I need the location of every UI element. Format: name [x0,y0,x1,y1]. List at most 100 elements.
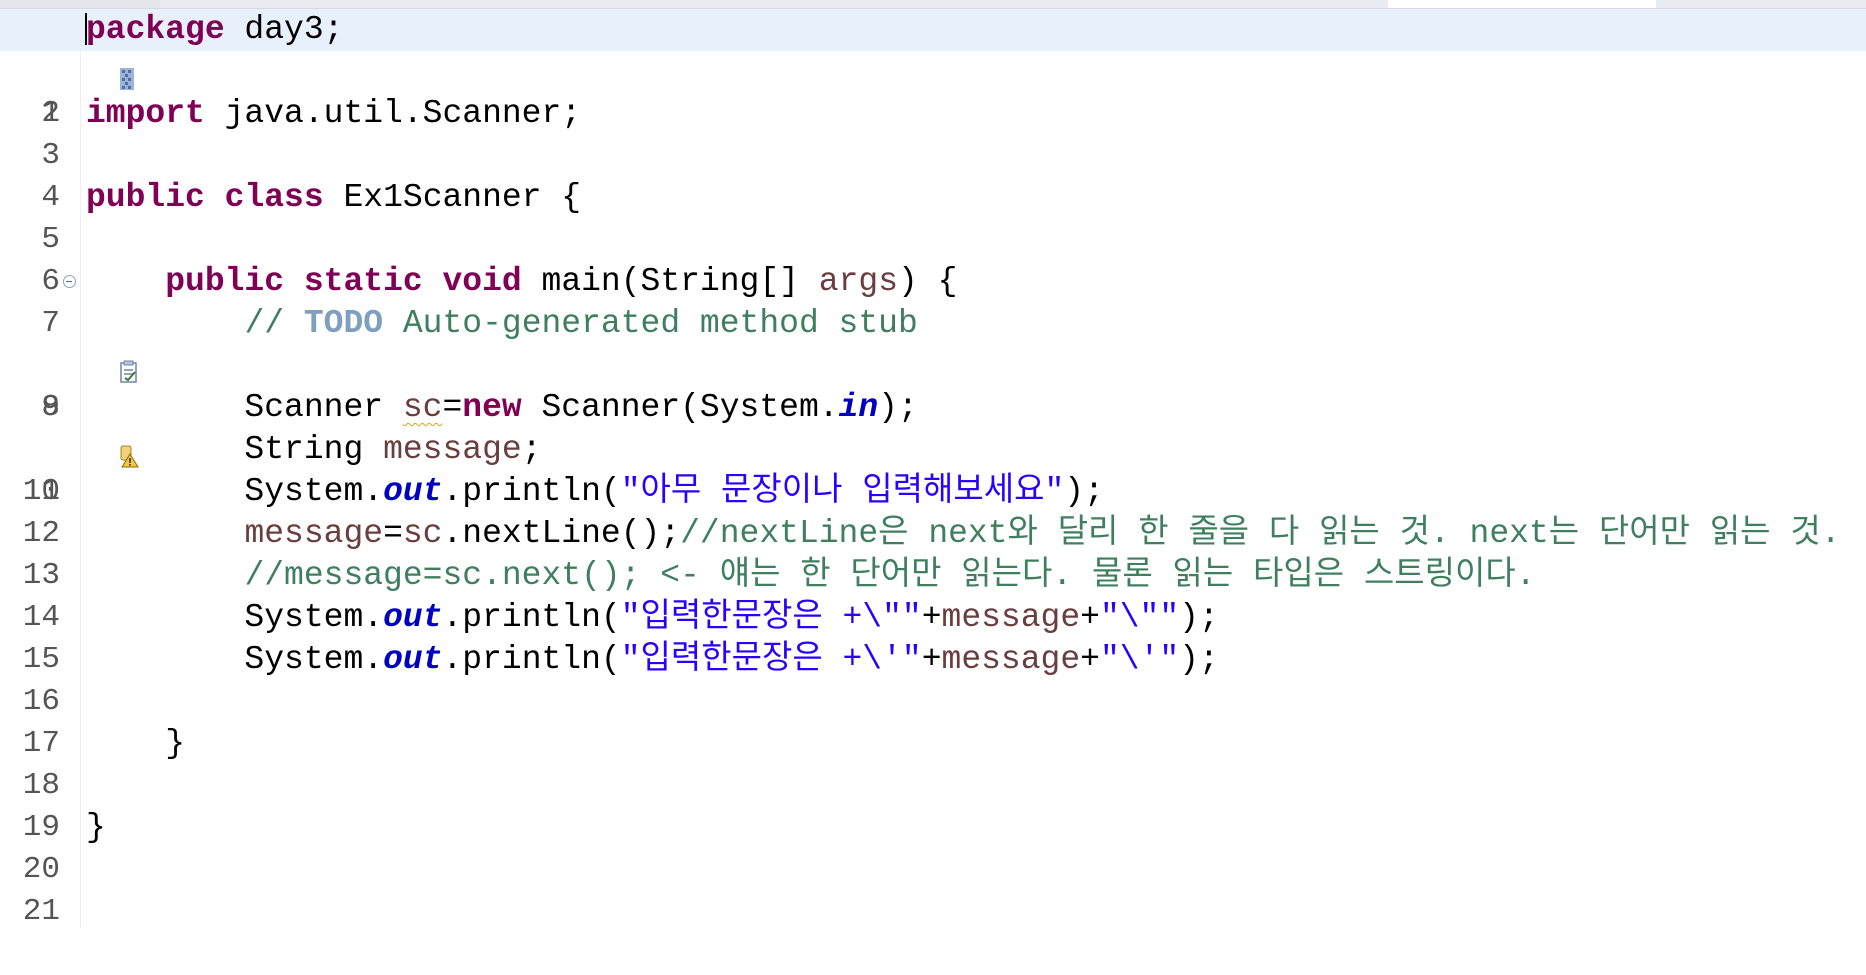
warning-icon[interactable] [1,397,139,468]
code-token: ); [1179,599,1219,636]
code-line[interactable]: 11 String message; [0,429,1866,509]
line-number: 21 [22,894,60,929]
editor-tab[interactable] [900,0,1230,8]
code-text[interactable]: System.out.println("입력한문장은 +\""+message+… [86,597,1219,639]
code-token: } [86,725,186,762]
bookmark-icon [1,19,134,90]
string-literal: "입력한문장은 +\'" [620,641,922,678]
keyword: static [303,263,423,300]
local-variable: message [941,599,1081,636]
static-field: out [383,473,443,510]
code-line[interactable]: 3 import java.util.Scanner; [0,93,1866,173]
code-line[interactable]: 5 public class Ex1Scanner { [0,177,1866,257]
editor-tab-active[interactable] [1388,0,1656,8]
code-line[interactable]: 15 System.out.println("입력한문장은 +\""+messa… [0,597,1866,677]
code-line[interactable]: 7 public static void main(String[] args)… [0,261,1866,341]
code-token: } [86,809,106,846]
code-line[interactable]: 14 //message=sc.next(); <- 얘는 한 단어만 읽는다.… [0,555,1866,635]
code-token: .println( [442,599,621,636]
static-field: in [838,389,879,426]
code-line[interactable]: 6 [0,219,1866,299]
comment: //nextLine은 next와 달리 한 줄을 다 읽는 것. next는 … [680,515,1841,552]
code-text[interactable]: System.out.println("아무 문장이나 입력해보세요"); [86,471,1103,513]
code-line[interactable]: 19 [0,765,1866,845]
code-line[interactable]: 9 [0,345,1866,425]
editor-tab[interactable] [240,0,540,8]
task-icon [1,313,137,383]
code-token: + [921,641,942,678]
code-text[interactable]: Scanner sc=new Scanner(System.in); [86,387,918,429]
code-token: + [1080,641,1100,678]
code-line[interactable]: 1 package day3; [0,9,1866,131]
code-text[interactable]: public static void main(String[] args) { [86,261,957,303]
editor-tab[interactable] [0,0,160,8]
text-caret [85,13,87,46]
code-line[interactable]: 16 System.out.println("입력한문장은 +\'"+messa… [0,639,1866,719]
code-token: day3; [224,11,344,48]
code-line[interactable]: 8 // TODO Auto-generated method stub [0,303,1866,425]
code-line[interactable]: 20 } [0,807,1866,887]
code-token: ); [878,389,918,426]
code-token: ); [1179,641,1219,678]
string-literal: "입력한문장은 +\"" [620,599,922,636]
code-token: + [921,599,942,636]
static-field: out [383,641,443,678]
code-token: Scanner [86,389,403,426]
local-variable: message [383,431,522,468]
code-text[interactable]: // TODO Auto-generated method stub [86,303,918,345]
local-variable: message [244,515,384,552]
comment: //message=sc.next(); <- 얘는 한 단어만 읽는다. 물론… [244,557,1536,594]
comment: Auto-generated method stub [383,305,918,342]
code-token: String [86,431,384,468]
code-text[interactable]: //message=sc.next(); <- 얘는 한 단어만 읽는다. 물론… [86,555,1536,597]
code-line[interactable]: 2 [0,51,1866,131]
todo-tag: TODO [303,305,384,342]
static-field: out [383,599,443,636]
code-token: ) { [898,263,958,300]
code-token: java.util.Scanner; [204,95,582,132]
code-text[interactable]: } [86,807,106,849]
code-line[interactable]: 10 Scanner sc=new Scanner(System.in); [0,387,1866,509]
local-variable-warning[interactable]: sc [403,389,443,426]
code-text[interactable]: message=sc.nextLine();//nextLine은 next와 … [86,513,1841,555]
code-token: .println( [442,641,621,678]
keyword: public [165,263,285,300]
keyword: public [86,179,205,216]
code-text[interactable]: public class Ex1Scanner { [86,177,581,219]
code-token: main(String[] [521,263,819,300]
code-text[interactable]: System.out.println("입력한문장은 +\'"+message+… [86,639,1219,681]
code-text[interactable]: } [86,723,185,765]
keyword: class [224,179,324,216]
code-token: .println( [442,473,621,510]
code-token: Ex1Scanner { [323,179,582,216]
code-token: .nextLine(); [442,515,681,552]
code-line[interactable]: 4 [0,135,1866,215]
string-literal: "\'" [1099,641,1180,678]
fold-collapse-icon[interactable] [63,275,76,288]
code-text[interactable]: String message; [86,429,542,471]
code-token: Scanner(System. [521,389,839,426]
code-token: + [1080,599,1100,636]
code-token: ; [521,431,542,468]
code-line[interactable]: 21 [0,849,1866,929]
code-token: System. [86,641,384,678]
keyword: package [86,11,225,48]
code-text[interactable]: import java.util.Scanner; [86,93,581,135]
local-variable: sc [402,515,443,552]
code-line[interactable]: 17 [0,681,1866,761]
local-variable: message [941,641,1081,678]
code-editor[interactable]: 1 package day3; 2 3 import java.util.Sca… [0,9,1866,929]
code-token: = [383,515,403,552]
code-line[interactable]: 18 } [0,723,1866,803]
code-line[interactable]: 13 message=sc.nextLine();//nextLine은 nex… [0,513,1866,593]
code-line[interactable]: 12 System.out.println("아무 문장이나 입력해보세요"); [0,471,1866,551]
code-token: System. [86,473,384,510]
code-text[interactable]: package day3; [85,9,344,51]
editor-tab-strip [0,0,1866,9]
